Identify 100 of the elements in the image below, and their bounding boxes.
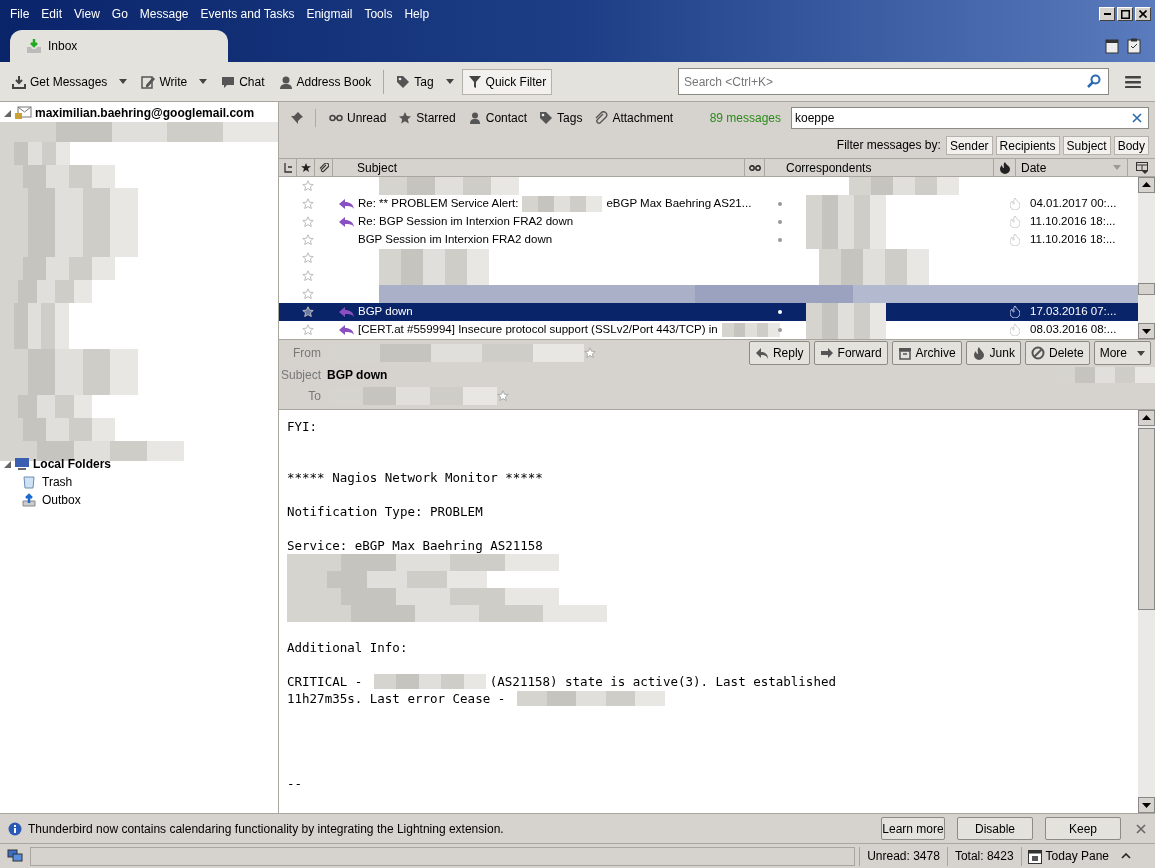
menu-item[interactable]: Go — [105, 5, 134, 23]
filter-toggle[interactable]: Unread — [324, 107, 392, 129]
flame-icon — [1010, 306, 1020, 318]
toolbar-button[interactable]: Write — [135, 68, 214, 95]
header-button[interactable]: Junk — [965, 341, 1021, 365]
filter-toggle[interactable]: Tags — [534, 107, 588, 129]
star-outline-icon — [584, 347, 596, 359]
menu-item[interactable]: Enigmail — [300, 5, 359, 23]
filter-label: Filter messages by: — [836, 137, 941, 154]
folder-item[interactable]: Outbox — [0, 491, 278, 509]
subject-text: BGP down — [358, 304, 413, 320]
notification-button[interactable]: Keep — [1045, 817, 1121, 840]
trash-can-icon — [22, 475, 36, 489]
subject-text: Re: BGP Session im Interxion FRA2 down — [358, 214, 574, 230]
column-picker-icon — [1135, 161, 1148, 174]
clipboard-icon — [1127, 38, 1141, 54]
body-text: Additional Info: — [287, 639, 408, 656]
filter-by-button[interactable]: Body — [1113, 135, 1149, 155]
maximize-button[interactable] — [1117, 7, 1133, 21]
notification-button[interactable]: Learn more — [881, 817, 945, 840]
message-row[interactable]: Re: BGP Session im Interxion FRA2 down 11.10.2016 18:... — [279, 213, 1138, 231]
body-text: ***** Nagios Network Monitor ***** — [287, 469, 543, 486]
toolbar-button[interactable]: Chat — [215, 68, 271, 95]
filter-toggle[interactable]: Starred — [393, 107, 461, 129]
upload-tray-icon — [22, 493, 36, 507]
folder-label[interactable]: maximilian.baehring@googlemail.com — [35, 104, 255, 122]
scrollbar[interactable] — [1138, 177, 1155, 339]
close-button[interactable] — [1135, 7, 1151, 21]
chevron-up-icon — [1121, 853, 1131, 859]
download-icon — [12, 74, 26, 89]
minimize-button[interactable] — [1099, 7, 1115, 21]
toolbar-button[interactable]: Tag — [390, 68, 460, 95]
filter-by-button[interactable]: Subject — [1062, 135, 1111, 155]
scrollbar[interactable] — [1138, 410, 1155, 813]
body-text: 11h27m35s. Last error Cease - — [287, 690, 507, 707]
tag-icon — [396, 74, 411, 89]
subject-text: [CERT.at #559994] Insecure protocol support (SSLv2/Port 443/TCP) in — [358, 322, 718, 338]
date-text: 11.10.2016 18:... — [1029, 214, 1116, 230]
message-row[interactable]: BGP down 17.03.2016 07:... — [279, 303, 1138, 321]
header-button[interactable]: Delete — [1024, 341, 1090, 365]
forward-arrow-icon — [819, 346, 834, 360]
inbox-tab[interactable]: Inbox — [10, 30, 228, 62]
header-button[interactable]: Archive — [891, 341, 962, 365]
header-label: Subject — [279, 367, 321, 384]
message-row[interactable]: Re: ** PROBLEM Service Alert: eBGP Max Baehring AS21... 04.01.2017 00:... — [279, 195, 1138, 213]
filter-by-button[interactable]: Sender — [945, 135, 993, 155]
pencil-icon — [141, 74, 156, 89]
message-count: 89 messages — [709, 110, 781, 127]
network-computers-icon — [7, 849, 23, 863]
filter-by-button[interactable]: Recipients — [995, 135, 1060, 155]
flame-icon — [971, 346, 986, 360]
menu-item[interactable]: Edit — [35, 5, 69, 23]
scrollbar-thumb[interactable] — [1138, 283, 1155, 295]
star-icon — [300, 162, 311, 173]
read-dot-icon — [777, 327, 783, 333]
header-button[interactable]: Reply — [748, 341, 810, 365]
minimize-glyph-icon — [1103, 13, 1111, 15]
read-dot-icon — [777, 237, 783, 243]
flame-icon — [1010, 324, 1020, 336]
today-pane-button[interactable]: Today Pane — [1020, 846, 1137, 866]
menu-item[interactable]: Tools — [358, 5, 399, 23]
scrollbar-thumb[interactable] — [1138, 428, 1155, 610]
envelope-lock-icon — [14, 106, 32, 120]
calendar-day-icon — [1027, 848, 1042, 864]
calendar-icon — [1105, 38, 1119, 54]
header-button[interactable]: More — [1093, 341, 1151, 365]
toolbar-button[interactable]: Get Messages — [6, 68, 134, 95]
message-row[interactable]: BGP Session im Interxion FRA2 down 11.10.2016 18:... — [279, 231, 1138, 249]
search-field[interactable]: Search <Ctrl+K> — [678, 68, 1109, 95]
column-header[interactable]: Date — [1016, 159, 1128, 176]
filter-toggle[interactable]: Attachment — [589, 107, 679, 129]
date-text: 04.01.2017 00:... — [1029, 196, 1117, 212]
notification-button[interactable]: Disable — [957, 817, 1033, 840]
subject-text: BGP Session im Interxion FRA2 down — [358, 232, 553, 248]
folder-item[interactable]: Trash — [0, 473, 278, 491]
column-header[interactable]: Subject — [333, 159, 745, 176]
header-button[interactable]: Forward — [813, 341, 888, 365]
star-icon — [398, 111, 413, 125]
toolbar-button[interactable]: Address Book — [272, 68, 378, 95]
menu-item[interactable]: Help — [398, 5, 436, 23]
reply-arrow-icon — [754, 346, 769, 360]
menu-item[interactable]: Events and Tasks — [194, 5, 301, 23]
menu-item[interactable]: Message — [133, 5, 195, 23]
folder-label[interactable]: Local Folders — [33, 455, 112, 473]
filter-field[interactable]: koeppe — [791, 107, 1149, 129]
body-text: CRITICAL - — [287, 673, 364, 690]
menu-item[interactable]: File — [4, 5, 36, 23]
filter-toggle[interactable]: Contact — [462, 107, 533, 129]
subject-text: Re: ** PROBLEM Service Alert: — [358, 196, 519, 212]
close-icon — [1136, 823, 1146, 834]
menu-item[interactable]: View — [68, 5, 106, 23]
prohibited-icon — [1030, 346, 1045, 360]
menu-icon — [1125, 75, 1141, 88]
column-header[interactable]: Correspondents — [765, 159, 994, 176]
star-outline-icon — [497, 390, 509, 402]
toolbar-button[interactable]: Quick Filter — [461, 68, 553, 95]
person-icon — [278, 74, 293, 89]
redacted-block — [721, 323, 780, 337]
message-row[interactable]: [CERT.at #559994] Insecure protocol support (SSLv2/Port 443/TCP) in 08.03.2016 08:... — [279, 321, 1138, 339]
search-icon — [1087, 74, 1101, 88]
